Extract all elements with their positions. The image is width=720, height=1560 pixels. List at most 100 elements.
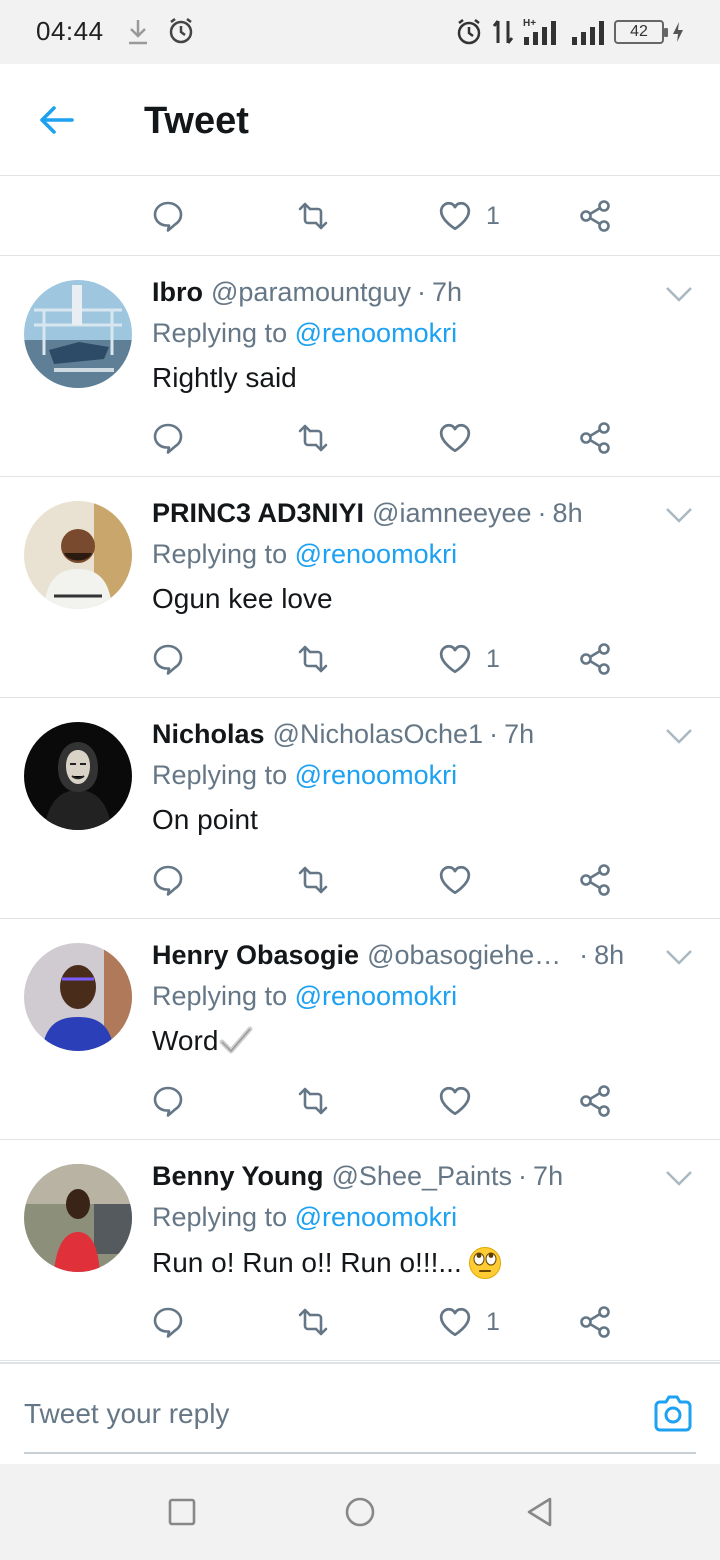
- retweet-button[interactable]: [294, 192, 332, 240]
- reply-icon: [153, 423, 183, 454]
- battery-level: 42: [630, 23, 648, 40]
- tweet-header: Henry Obasogie @obasogiehe… · 8h: [152, 940, 660, 976]
- like-button[interactable]: [438, 414, 486, 462]
- signal-icon: [572, 21, 604, 45]
- tweet-body: Ogun kee love: [152, 583, 333, 614]
- camera-icon[interactable]: [652, 1394, 694, 1434]
- separator-dot: ·: [537, 498, 547, 528]
- like-button[interactable]: [438, 1077, 486, 1125]
- status-bar: 04:44 H+ 42: [0, 0, 720, 64]
- separator-dot: ·: [518, 1161, 528, 1191]
- retweet-button[interactable]: [294, 635, 332, 683]
- mention-link[interactable]: @renoomokri: [295, 1202, 457, 1232]
- tweet-item[interactable]: Benny Young @Shee_Paints · 7h Replying t…: [0, 1140, 720, 1361]
- share-icon: [580, 1306, 610, 1338]
- tweet-text: Word: [152, 1025, 254, 1057]
- like-button[interactable]: 1: [438, 1298, 500, 1346]
- retweet-icon: [298, 202, 328, 230]
- home-circle-icon[interactable]: [344, 1496, 376, 1528]
- user-handle: @iamneeyee: [372, 498, 532, 528]
- reply-composer: [0, 1362, 720, 1464]
- tweet-item[interactable]: Henry Obasogie @obasogiehe… · 8h Replyin…: [0, 919, 720, 1140]
- display-name[interactable]: Henry Obasogie: [152, 940, 359, 976]
- reply-button[interactable]: [152, 414, 186, 462]
- share-icon: [580, 422, 610, 454]
- chevron-down-icon[interactable]: [664, 284, 694, 304]
- chevron-down-icon[interactable]: [664, 947, 694, 967]
- reply-icon: [153, 1086, 183, 1117]
- avatar[interactable]: [24, 501, 132, 609]
- input-underline: [24, 1452, 696, 1454]
- heart-icon: [439, 1307, 471, 1337]
- tweet-item[interactable]: Ibro @paramountguy · 7h Replying to @ren…: [0, 256, 720, 477]
- retweet-icon: [298, 1308, 328, 1336]
- system-nav-bar: [0, 1464, 720, 1560]
- display-name[interactable]: Benny Young: [152, 1161, 324, 1197]
- like-button[interactable]: 1: [438, 635, 500, 683]
- mention-link[interactable]: @renoomokri: [295, 981, 457, 1011]
- reply-button[interactable]: [152, 635, 186, 683]
- display-name[interactable]: Nicholas: [152, 719, 265, 755]
- replying-label: Replying to: [152, 1202, 288, 1232]
- page-title: Tweet: [144, 100, 249, 142]
- main-tweet-actions: 1: [0, 176, 720, 256]
- mention-link[interactable]: @renoomokri: [295, 318, 457, 348]
- mention-link[interactable]: @renoomokri: [295, 539, 457, 569]
- share-button[interactable]: [578, 856, 612, 904]
- share-icon: [580, 864, 610, 896]
- mention-link[interactable]: @renoomokri: [295, 760, 457, 790]
- replying-to: Replying to @renoomokri: [152, 981, 457, 1012]
- tweet-item[interactable]: PRINC3 AD3NIYI @iamneeyee · 8h Replying …: [0, 477, 720, 698]
- avatar[interactable]: [24, 1164, 132, 1272]
- retweet-button[interactable]: [294, 1298, 332, 1346]
- share-button[interactable]: [578, 414, 612, 462]
- separator-dot: ·: [417, 277, 427, 307]
- display-name[interactable]: PRINC3 AD3NIYI: [152, 498, 364, 534]
- retweet-button[interactable]: [294, 1077, 332, 1125]
- alarm-icon: [169, 18, 193, 44]
- reply-button[interactable]: [152, 856, 186, 904]
- user-handle: @NicholasOche1: [272, 719, 484, 749]
- reply-button[interactable]: [152, 1298, 186, 1346]
- status-time: 04:44: [36, 16, 104, 46]
- heart-icon: [439, 201, 471, 231]
- chevron-down-icon[interactable]: [664, 726, 694, 746]
- retweet-button[interactable]: [294, 414, 332, 462]
- back-triangle-icon[interactable]: [524, 1496, 556, 1528]
- share-icon: [580, 1085, 610, 1117]
- avatar[interactable]: [24, 722, 132, 830]
- tweet-header: Benny Young @Shee_Paints · 7h: [152, 1161, 660, 1197]
- retweet-button[interactable]: [294, 856, 332, 904]
- share-button[interactable]: [578, 1298, 612, 1346]
- tweet-body: On point: [152, 804, 258, 835]
- status-right-icons: H+ 42: [454, 14, 684, 50]
- avatar[interactable]: [24, 280, 132, 388]
- chevron-down-icon[interactable]: [664, 505, 694, 525]
- tweet-time: 7h: [432, 277, 463, 307]
- reply-icon: [153, 1307, 183, 1338]
- download-icon: [129, 20, 147, 45]
- eye-roll-emoji-icon: [468, 1247, 501, 1279]
- reply-button[interactable]: [152, 192, 186, 240]
- retweet-icon: [298, 1087, 328, 1115]
- recents-square-icon[interactable]: [166, 1496, 198, 1528]
- replying-label: Replying to: [152, 760, 288, 790]
- share-button[interactable]: [578, 192, 612, 240]
- avatar[interactable]: [24, 943, 132, 1051]
- arrow-left-icon[interactable]: [32, 100, 80, 140]
- tweet-item[interactable]: Nicholas @NicholasOche1 · 7h Replying to…: [0, 698, 720, 919]
- reply-input[interactable]: [24, 1394, 614, 1434]
- replying-label: Replying to: [152, 539, 288, 569]
- display-name[interactable]: Ibro: [152, 277, 203, 313]
- chevron-down-icon[interactable]: [664, 1168, 694, 1188]
- data-arrows-icon: [492, 20, 514, 44]
- share-icon: [580, 643, 610, 675]
- separator-dot: ·: [579, 940, 589, 970]
- tweet-body: Word: [152, 1025, 219, 1056]
- share-button[interactable]: [578, 635, 612, 683]
- tweet-time: 8h: [594, 940, 625, 970]
- like-button[interactable]: 1: [438, 192, 500, 240]
- like-button[interactable]: [438, 856, 486, 904]
- reply-button[interactable]: [152, 1077, 186, 1125]
- share-button[interactable]: [578, 1077, 612, 1125]
